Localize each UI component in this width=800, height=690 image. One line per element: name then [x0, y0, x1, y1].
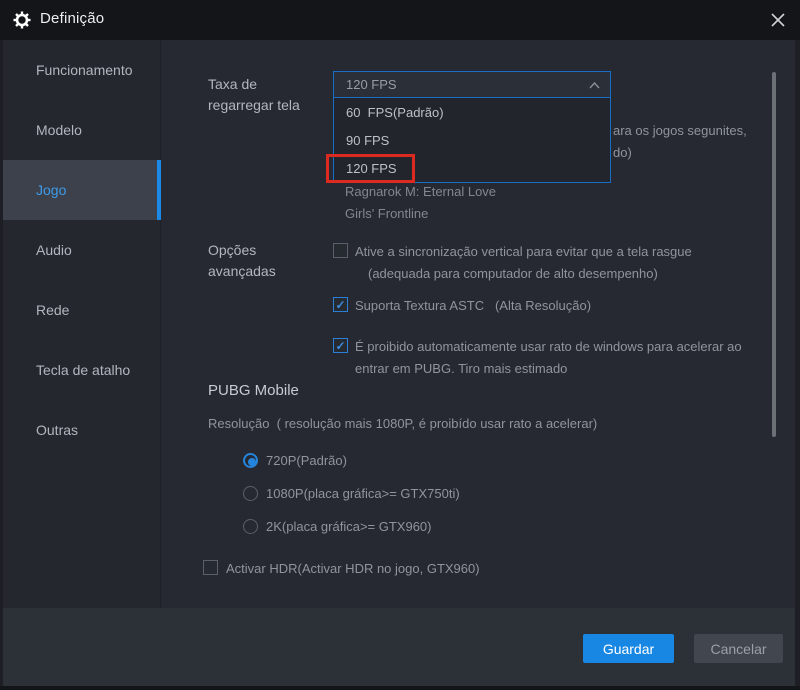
scrollbar-thumb[interactable] [772, 72, 776, 437]
footer: Guardar Cancelar [0, 608, 800, 686]
sidebar-item-label: Funcionamento [36, 62, 133, 78]
hdr-checkbox[interactable]: ✓ [203, 560, 218, 575]
save-button[interactable]: Guardar [583, 634, 674, 663]
close-icon[interactable] [769, 11, 787, 29]
window-edge-right [795, 40, 800, 690]
settings-window: Definição Funcionamento Modelo Jogo Audi… [0, 0, 800, 690]
mouse-accel-checkbox[interactable]: ✓ [333, 338, 348, 353]
sidebar-item-label: Jogo [36, 182, 66, 198]
vsync-checkbox-label-line2: (adequada para computador de alto desemp… [368, 266, 658, 282]
refresh-rate-value: 120 FPS [334, 77, 397, 92]
resolution-radio-2k[interactable] [243, 519, 258, 534]
option-90fps[interactable]: 90 FPS [334, 126, 610, 154]
game-list-item-girls-frontline: Girls' Frontline [345, 206, 428, 222]
vsync-hint-occluded-line2: do) [613, 145, 632, 161]
resolution-radio-2k-label: 2K(placa gráfica>= GTX960) [266, 519, 431, 535]
window-title: Definição [40, 10, 104, 27]
resolution-radio-1080p-label: 1080P(placa gráfica>= GTX750ti) [266, 486, 460, 502]
gear-icon [13, 11, 31, 29]
cancel-button[interactable]: Cancelar [694, 634, 783, 663]
sidebar-item-modelo[interactable]: Modelo [0, 100, 160, 160]
sidebar-item-tecla-de-atalho[interactable]: Tecla de atalho [0, 340, 160, 400]
check-icon: ✓ [335, 340, 345, 352]
advanced-options-label-line2: avançadas [208, 263, 276, 279]
sidebar-item-label: Tecla de atalho [36, 362, 130, 378]
sidebar: Funcionamento Modelo Jogo Audio Rede Tec… [0, 40, 161, 608]
sidebar-item-outras[interactable]: Outras [0, 400, 160, 460]
vsync-checkbox-label-line1: Ative a sincronização vertical para evit… [355, 244, 692, 260]
hdr-checkbox-label: Activar HDR(Activar HDR no jogo, GTX960) [226, 561, 480, 577]
game-list-item-ragnarok: Ragnarok M: Eternal Love [345, 184, 496, 200]
pubg-resolution-label: Resolução ( resolução mais 1080P, é proi… [208, 416, 597, 432]
window-edge-left [0, 40, 3, 690]
advanced-options-label-line1: Opções [208, 242, 256, 258]
sidebar-item-label: Modelo [36, 122, 82, 138]
sidebar-item-jogo[interactable]: Jogo [0, 160, 160, 220]
sidebar-item-rede[interactable]: Rede [0, 280, 160, 340]
refresh-rate-label-line1: Taxa de [208, 76, 257, 92]
pubg-section-title: PUBG Mobile [208, 383, 299, 399]
refresh-rate-dropdown[interactable]: 120 FPS [333, 71, 611, 98]
vsync-checkbox[interactable]: ✓ [333, 243, 348, 258]
sidebar-item-funcionamento[interactable]: Funcionamento [0, 40, 160, 100]
astc-checkbox[interactable]: ✓ [333, 297, 348, 312]
vsync-hint-occluded-line1: ara os jogos segunites, [613, 123, 747, 139]
resolution-radio-1080p[interactable] [243, 486, 258, 501]
annotation-red-box [326, 154, 415, 183]
mouse-accel-checkbox-label-line1: É proibido automaticamente usar rato de … [355, 339, 742, 355]
option-60fps[interactable]: 60 FPS(Padrão) [334, 98, 610, 126]
resolution-radio-720p-label: 720P(Padrão) [266, 453, 347, 469]
mouse-accel-checkbox-label-line2: entrar em PUBG. Tiro mais estimado [355, 361, 567, 377]
refresh-rate-label-line2: regarregar tela [208, 97, 300, 113]
sidebar-item-label: Rede [36, 302, 69, 318]
astc-checkbox-label: Suporta Textura ASTC (Alta Resolução) [355, 298, 591, 314]
sidebar-item-label: Audio [36, 242, 72, 258]
check-icon: ✓ [335, 299, 345, 311]
window-edge-bottom [0, 686, 800, 690]
titlebar: Definição [0, 0, 800, 40]
resolution-radio-720p[interactable] [243, 453, 258, 468]
sidebar-item-audio[interactable]: Audio [0, 220, 160, 280]
chevron-up-icon [589, 82, 600, 89]
sidebar-item-label: Outras [36, 422, 78, 438]
